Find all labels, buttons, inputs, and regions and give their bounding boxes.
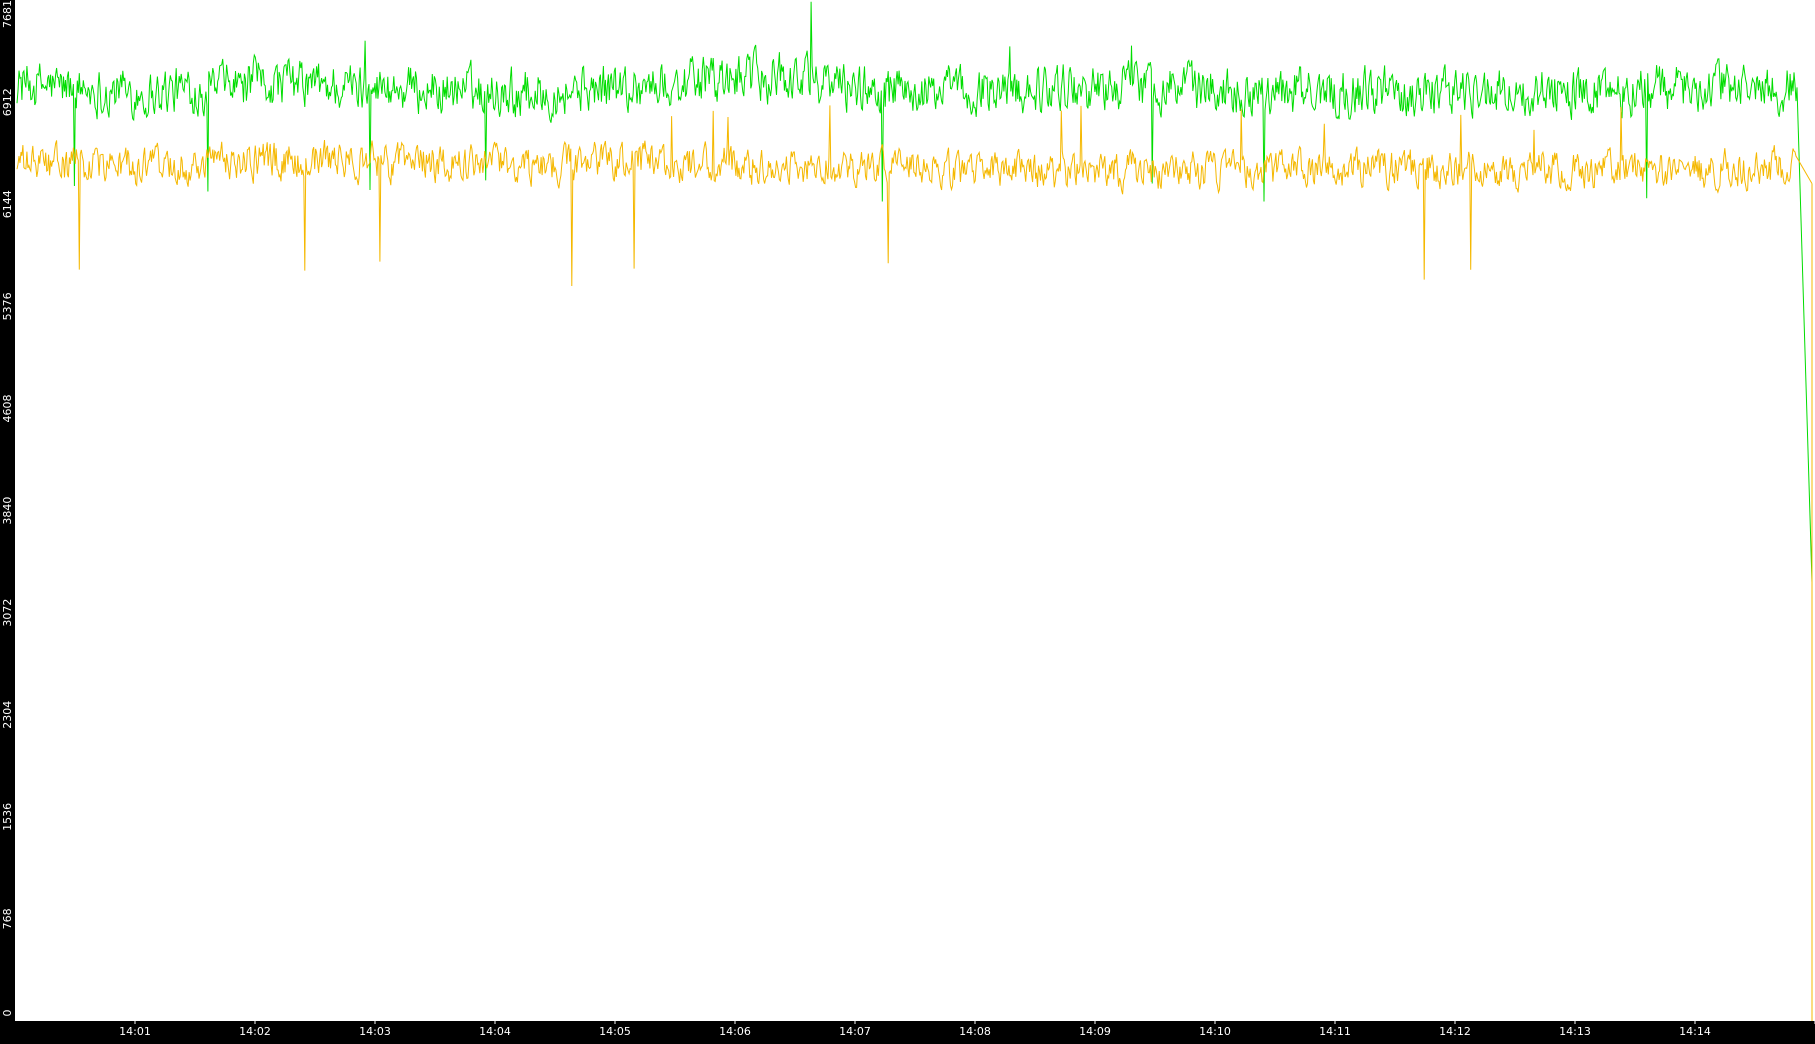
chart-root: 0 768 1536 2304 3072 3840 4608 5376 6144 6912 7681… <box>0 0 1815 1039</box>
x-tick-label: 14:03 <box>359 1025 391 1038</box>
line-chart: 0 768 1536 2304 3072 3840 4608 5376 6144 6912 7681… <box>1 0 1815 1038</box>
y-tick-label: 3072 <box>1 599 14 627</box>
y-axis: 0 768 1536 2304 3072 3840 4608 5376 6144 6912 7681 <box>1 0 14 1017</box>
x-tick-label: 14:06 <box>719 1025 751 1038</box>
y-tick-label: 1536 <box>1 803 14 831</box>
y-tick-label: 7681 <box>1 0 14 28</box>
x-tick-label: 14:05 <box>599 1025 631 1038</box>
y-tick-label: 768 <box>1 908 14 929</box>
y-tick-label: 6144 <box>1 190 14 218</box>
x-tick-label: 14:09 <box>1079 1025 1111 1038</box>
y-tick-label: 3840 <box>1 497 14 525</box>
x-tick-label: 14:14 <box>1679 1025 1711 1038</box>
x-tick-label: 14:12 <box>1439 1025 1471 1038</box>
x-tick-label: 14:10 <box>1199 1025 1231 1038</box>
y-tick-label: 0 <box>1 1010 14 1017</box>
plot-area <box>15 0 1815 1021</box>
x-tick-label: 14:11 <box>1319 1025 1351 1038</box>
x-tick-label: 14:04 <box>479 1025 511 1038</box>
y-tick-label: 4608 <box>1 394 14 422</box>
x-tick-label: 14:08 <box>959 1025 991 1038</box>
x-tick-label: 14:02 <box>239 1025 271 1038</box>
x-tick-label: 14:01 <box>119 1025 151 1038</box>
y-tick-label: 2304 <box>1 701 14 729</box>
x-axis: 14:01 14:02 14:03 14:04 14:05 14:06 14:07 14:08… <box>119 1021 1815 1038</box>
y-tick-label: 6912 <box>1 88 14 116</box>
x-tick-label: 14:13 <box>1559 1025 1591 1038</box>
x-tick-label: 14:07 <box>839 1025 871 1038</box>
y-tick-label: 5376 <box>1 292 14 320</box>
